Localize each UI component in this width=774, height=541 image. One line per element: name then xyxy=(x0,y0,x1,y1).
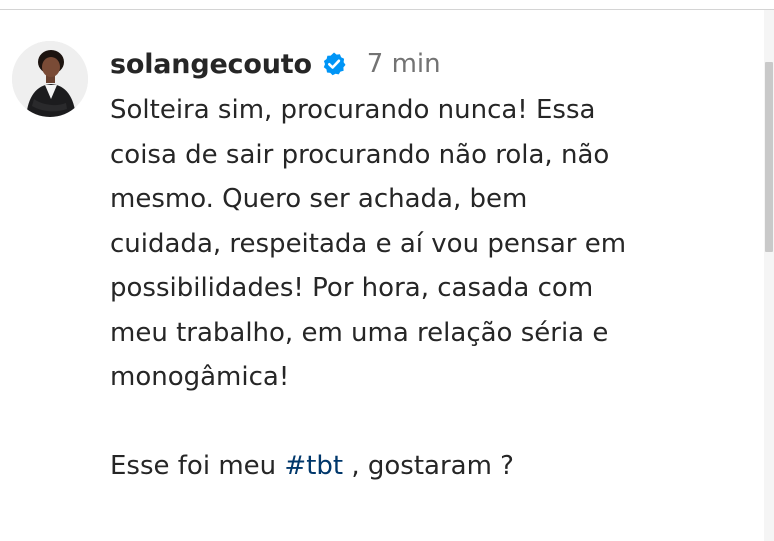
comment: solangecouto 7 min Solteira sim, procura… xyxy=(110,44,750,489)
comment-header: solangecouto 7 min xyxy=(110,44,750,84)
caption-line: meu trabalho, em uma relação séria e xyxy=(110,317,609,348)
scrollbar[interactable] xyxy=(764,10,774,541)
caption-line: possibilidades! Por hora, casada com xyxy=(110,273,594,303)
caption-line: Solteira sim, procurando nunca! Essa xyxy=(110,95,596,125)
top-divider xyxy=(0,9,774,10)
verified-badge-icon xyxy=(321,51,347,77)
scrollbar-thumb[interactable] xyxy=(765,62,773,252)
timestamp[interactable]: 7 min xyxy=(367,49,441,79)
username-link[interactable]: solangecouto xyxy=(110,49,312,80)
caption-text-suffix: , gostaram ? xyxy=(343,451,514,481)
caption-line: monogâmica! xyxy=(110,362,290,392)
hashtag-link[interactable]: #tbt xyxy=(284,451,343,481)
caption-line: coisa de sair procurando não rola, não xyxy=(110,139,610,170)
caption-last-line: Esse foi meu #tbt , gostaram ? xyxy=(110,444,750,489)
avatar[interactable] xyxy=(12,41,88,117)
caption-line: mesmo. Quero ser achada, bem xyxy=(110,184,528,214)
caption-text-prefix: Esse foi meu xyxy=(110,451,285,481)
profile-photo xyxy=(12,41,88,117)
caption-line: cuidada, respeitada e aí vou pensar em xyxy=(110,228,627,259)
caption-text: Solteira sim, procurando nunca! Essa coi… xyxy=(110,88,750,489)
